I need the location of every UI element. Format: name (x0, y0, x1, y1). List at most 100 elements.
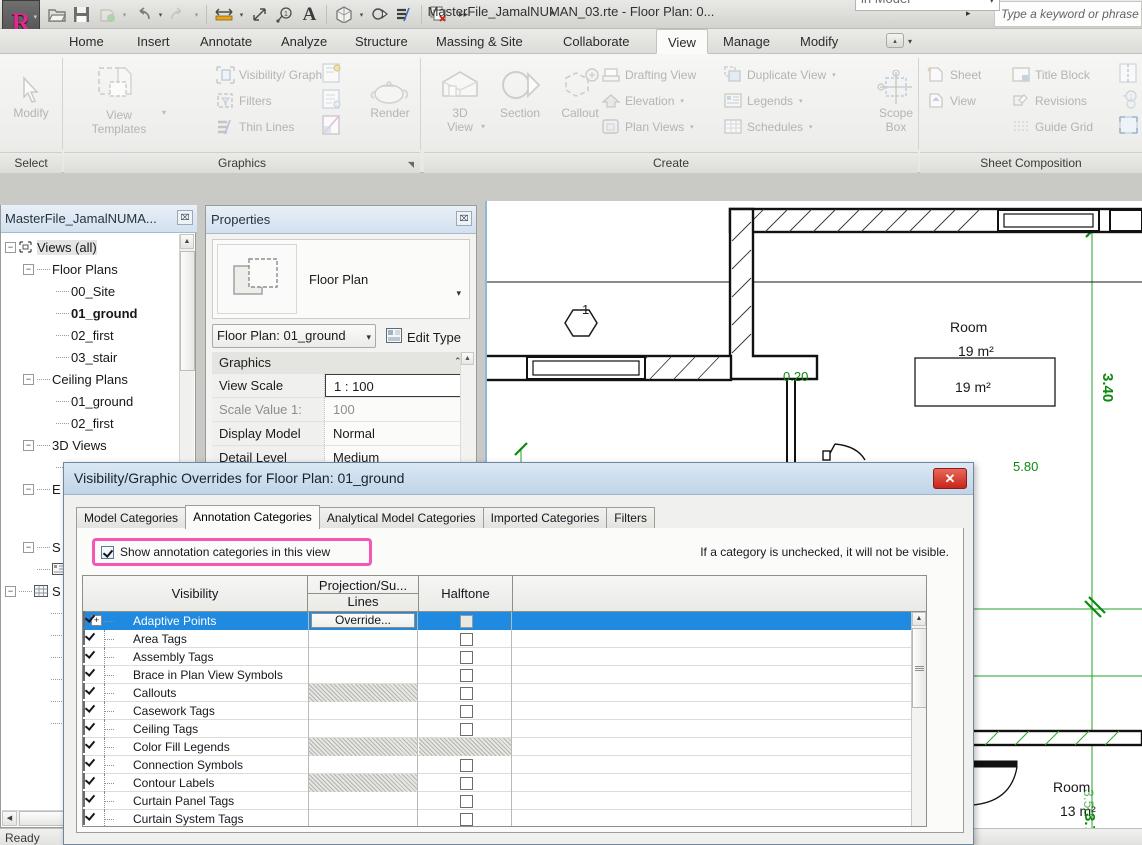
chevron-down-icon[interactable]: ▾ (366, 332, 371, 343)
place-view-button[interactable]: View (925, 88, 976, 113)
duplicate-view-caret-icon[interactable]: ▾ (826, 71, 836, 79)
cell-visibility[interactable]: Assembly Tags (83, 647, 308, 666)
matchline-icon[interactable] (1117, 62, 1141, 86)
cell-visibility[interactable]: Ceiling Tags (83, 719, 308, 738)
tree-item-views-all[interactable]: − Views (all) (1, 236, 181, 258)
chevron-down-icon[interactable]: ▾ (989, 0, 994, 6)
visibility-checkbox[interactable] (83, 755, 85, 771)
table-row[interactable]: Callouts (83, 683, 926, 702)
tab-home[interactable]: Home (58, 29, 115, 54)
table-row[interactable]: Brace in Plan View Symbols (83, 665, 926, 684)
property-row-view-scale[interactable]: View Scale 1 : 100 (212, 374, 470, 398)
visibility-checkbox[interactable] (83, 701, 85, 717)
dialog-tab-annotation-categories[interactable]: Annotation Categories (185, 505, 320, 529)
table-row[interactable]: Curtain System Tags (83, 809, 926, 826)
title-block-button[interactable]: Title Block (1010, 62, 1090, 87)
column-header-projection-surface[interactable]: Projection/Su... Lines (308, 576, 419, 611)
cell-projection-lines[interactable] (308, 648, 418, 666)
visibility-checkbox[interactable] (83, 719, 85, 735)
tab-massing-site[interactable]: Massing & Site (425, 29, 534, 54)
visibility-graphics-button[interactable]: Visibility/ Graphics (214, 62, 337, 87)
cell-halftone[interactable] (419, 792, 512, 810)
edit-type-button[interactable]: Edit Type (386, 327, 461, 347)
legends-button[interactable]: Legends ▾ (722, 88, 803, 113)
visibility-checkbox[interactable] (83, 773, 85, 789)
halftone-checkbox[interactable] (460, 795, 473, 808)
halftone-checkbox[interactable] (460, 723, 473, 736)
visibility-checkbox[interactable] (83, 665, 85, 681)
cell-visibility[interactable]: Curtain Panel Tags (83, 791, 308, 810)
plan-views-caret-icon[interactable]: ▾ (684, 123, 694, 131)
dimension-5-80[interactable]: 5.80 (1013, 459, 1038, 474)
scroll-up-icon[interactable]: ▲ (180, 234, 194, 249)
render-button[interactable]: Render (358, 62, 422, 120)
tree-item-01-ground-ceiling[interactable]: 01_ground (1, 390, 181, 412)
visibility-checkbox[interactable] (83, 737, 85, 753)
halftone-checkbox[interactable] (460, 705, 473, 718)
dialog-tab-analytical-model-categories[interactable]: Analytical Model Categories (318, 507, 484, 529)
tree-item-floor-plans[interactable]: − Floor Plans (1, 258, 181, 280)
collapse-icon[interactable]: − (23, 373, 34, 385)
collapse-icon[interactable]: − (5, 585, 16, 597)
tree-item-3d-views[interactable]: − 3D Views (1, 434, 181, 456)
reveal-hidden-elements-icon[interactable] (320, 88, 344, 112)
modify-button[interactable]: Modify (0, 62, 63, 120)
cell-projection-lines[interactable] (308, 756, 418, 774)
section-button[interactable]: Section (488, 62, 552, 120)
table-row[interactable]: Assembly Tags (83, 647, 926, 666)
cell-projection-lines[interactable] (308, 666, 418, 684)
cell-visibility[interactable]: Area Tags (83, 629, 308, 648)
cell-halftone[interactable] (419, 756, 512, 774)
cell-projection-lines[interactable] (308, 720, 418, 738)
tree-item-02-first-floor[interactable]: 02_first (1, 324, 181, 346)
property-row-display-model[interactable]: Display Model Normal (212, 422, 470, 446)
scroll-thumb[interactable] (912, 628, 926, 708)
model-filter-combo[interactable]: in Model ▾ (855, 0, 1000, 11)
table-row[interactable]: Area Tags (83, 629, 926, 648)
close-icon[interactable]: ⌧ (456, 211, 472, 226)
cell-halftone[interactable] (419, 720, 512, 738)
tree-item-02-first-ceiling[interactable]: 02_first (1, 412, 181, 434)
cell-halftone[interactable] (419, 612, 512, 630)
halftone-checkbox[interactable] (460, 633, 473, 646)
tab-view[interactable]: View (656, 29, 708, 54)
visibility-checkbox[interactable] (83, 629, 85, 645)
dimension-3-40[interactable]: 3.40 (1099, 373, 1116, 402)
cut-profile-icon[interactable] (320, 114, 344, 138)
column-header-visibility[interactable]: Visibility (83, 576, 308, 611)
halftone-checkbox[interactable] (460, 615, 473, 628)
halftone-checkbox[interactable] (460, 813, 473, 826)
cell-visibility[interactable]: Curtain System Tags (83, 809, 308, 826)
tree-item-03-stair[interactable]: 03_stair (1, 346, 181, 368)
dialog-tab-imported-categories[interactable]: Imported Categories (482, 507, 608, 529)
halftone-checkbox[interactable] (460, 777, 473, 790)
tree-item-01-ground-floor[interactable]: 01_ground (1, 302, 181, 324)
guide-grid-button[interactable]: Guide Grid (1010, 114, 1093, 139)
sheet-button[interactable]: Sheet (925, 62, 981, 87)
plan-views-button[interactable]: Plan Views ▾ (600, 114, 694, 139)
tree-item-ceiling-plans[interactable]: − Ceiling Plans (1, 368, 181, 390)
close-icon[interactable]: ⌧ (177, 210, 193, 225)
chevron-down-icon[interactable]: ▾ (456, 288, 461, 299)
show-hidden-lines-icon[interactable] (320, 62, 344, 86)
cell-visibility[interactable]: Connection Symbols (83, 755, 308, 774)
cell-visibility[interactable]: Contour Labels (83, 773, 308, 792)
column-header-halftone[interactable]: Halftone (419, 576, 513, 611)
collapse-icon[interactable]: − (23, 263, 34, 275)
cell-halftone[interactable] (419, 630, 512, 648)
tab-manage[interactable]: Manage (712, 29, 781, 54)
ribbon-options-caret-icon[interactable]: ▾ (908, 37, 912, 46)
family-type-selector[interactable]: Floor Plan ▾ (212, 239, 470, 319)
cell-projection-lines[interactable] (308, 810, 418, 826)
schedules-caret-icon[interactable]: ▾ (803, 123, 813, 131)
cell-projection-lines[interactable] (308, 702, 418, 720)
tab-structure[interactable]: Structure (344, 29, 419, 54)
cell-halftone[interactable] (419, 666, 512, 684)
dimension-0-20[interactable]: 0.20 (783, 369, 808, 384)
cell-projection-lines[interactable] (308, 630, 418, 648)
halftone-checkbox[interactable] (460, 759, 473, 772)
visibility-checkbox[interactable] (83, 647, 85, 663)
table-vertical-scrollbar[interactable]: ▲ (911, 612, 926, 826)
view-templates-button[interactable]: View Templates (74, 64, 164, 136)
cell-halftone[interactable] (419, 684, 512, 702)
